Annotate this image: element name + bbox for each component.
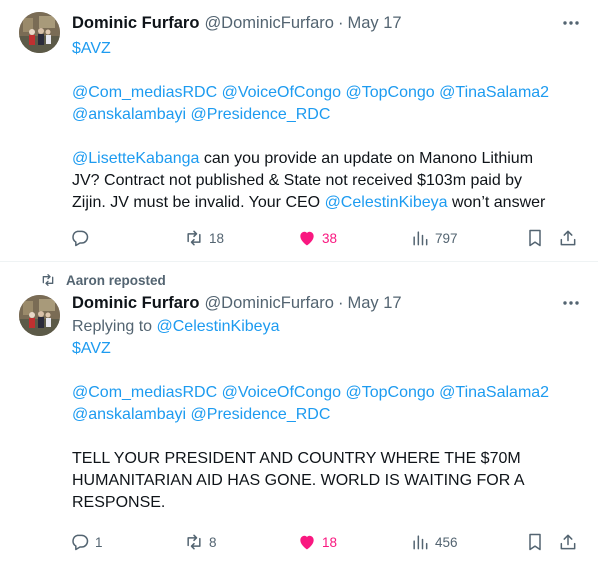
author-name[interactable]: Dominic Furfaro [72, 14, 199, 33]
repost-icon [187, 534, 201, 550]
heart-icon [300, 535, 314, 550]
repost-icon [42, 274, 54, 286]
mention-link[interactable]: @VoiceOfCongo [222, 384, 341, 401]
mention-link[interactable]: @Presidence_RDC [191, 406, 331, 423]
reply-button[interactable]: 1 [70, 531, 103, 553]
social-context-label[interactable]: Aaron reposted [66, 273, 166, 288]
reply-icon [72, 230, 89, 247]
tweet-text-fragment: Zijin. JV must be invalid. Your CEO [72, 194, 325, 211]
bookmark-button[interactable] [525, 227, 545, 249]
tweet-text-fragment: HUMANITARIAN AID HAS GONE. WORLD IS WAIT… [72, 472, 525, 489]
bookmark-icon [529, 533, 541, 551]
tweet-date[interactable]: May 17 [347, 14, 401, 33]
mention-link[interactable]: @TinaSalama2 [439, 384, 549, 401]
share-icon [560, 230, 576, 246]
author-handle[interactable]: @DominicFurfaro [204, 294, 334, 313]
like-button[interactable]: 38 [297, 227, 337, 249]
tweet[interactable]: Aaron reposted Dominic Furfaro @DominicF… [0, 263, 598, 570]
avatar[interactable] [19, 12, 60, 53]
mention-link[interactable]: @CelestinKibeya [325, 194, 448, 211]
social-context: Aaron reposted [40, 271, 166, 289]
mention-link[interactable]: @TopCongo [346, 84, 435, 101]
mention-link[interactable]: @anskalambayi [72, 406, 186, 423]
tweet-header: Dominic Furfaro @DominicFurfaro · May 17 [72, 12, 402, 34]
mention-link[interactable]: @Com_mediasRDC [72, 84, 217, 101]
mention-link[interactable]: @VoiceOfCongo [222, 84, 341, 101]
views-count: 456 [435, 534, 458, 550]
reply-count: 1 [95, 534, 103, 550]
mention-link[interactable]: @Presidence_RDC [191, 106, 331, 123]
mention-link[interactable]: @anskalambayi [72, 106, 186, 123]
more-icon[interactable] [560, 292, 582, 314]
share-icon [560, 534, 576, 550]
cashtag-link[interactable]: $AVZ [72, 40, 111, 57]
author-handle[interactable]: @DominicFurfaro [204, 14, 334, 33]
repost-button[interactable]: 18 [184, 227, 224, 249]
tweet-text-fragment: can you provide an update on Manono Lith… [199, 150, 534, 167]
more-icon[interactable] [560, 12, 582, 34]
views-count: 797 [435, 230, 458, 246]
separator-dot: · [337, 13, 344, 32]
tweet-text-fragment: won’t answer [447, 194, 546, 211]
share-button[interactable] [558, 227, 578, 249]
mention-link[interactable]: @Com_mediasRDC [72, 384, 217, 401]
repost-icon [187, 230, 201, 246]
mention-link[interactable]: @TinaSalama2 [439, 84, 549, 101]
replying-to-label: Replying to [72, 318, 153, 335]
reply-button[interactable] [70, 227, 95, 249]
repost-count: 8 [209, 534, 217, 550]
views-button[interactable]: 456 [410, 531, 458, 553]
tweet-text-fragment: TELL YOUR PRESIDENT AND COUNTRY WHERE TH… [72, 450, 521, 467]
tweet-text: $AVZ @Com_mediasRDC @VoiceOfCongo @TopCo… [72, 38, 587, 214]
bookmark-icon [529, 229, 541, 247]
action-bar: 18 38 797 [70, 227, 590, 249]
author-name[interactable]: Dominic Furfaro [72, 294, 199, 313]
separator-dot: · [337, 293, 344, 312]
heart-icon [300, 231, 314, 246]
share-button[interactable] [558, 531, 578, 553]
tweet-text: Replying to @CelestinKibeya $AVZ @Com_me… [72, 316, 587, 514]
views-button[interactable]: 797 [410, 227, 458, 249]
repost-button[interactable]: 8 [184, 531, 217, 553]
tweet[interactable]: Dominic Furfaro @DominicFurfaro · May 17… [0, 0, 598, 262]
like-count: 38 [322, 230, 338, 246]
repost-count: 18 [209, 230, 225, 246]
views-icon [413, 231, 428, 246]
reply-icon [72, 534, 89, 551]
mention-link[interactable]: @TopCongo [346, 384, 435, 401]
avatar[interactable] [19, 295, 60, 336]
tweet-date[interactable]: May 17 [347, 294, 401, 313]
bookmark-button[interactable] [525, 531, 545, 553]
like-count: 18 [322, 534, 338, 550]
cashtag-link[interactable]: $AVZ [72, 340, 111, 357]
action-bar: 1 8 18 456 [70, 531, 590, 553]
tweet-text-fragment: JV? Contract not published & State not r… [72, 172, 523, 189]
views-icon [413, 535, 428, 550]
tweet-header: Dominic Furfaro @DominicFurfaro · May 17 [72, 292, 402, 314]
like-button[interactable]: 18 [297, 531, 337, 553]
tweet-text-fragment: RESPONSE. [72, 494, 166, 511]
mention-link[interactable]: @LisetteKabanga [72, 150, 199, 167]
replying-to-link[interactable]: @CelestinKibeya [157, 318, 280, 335]
